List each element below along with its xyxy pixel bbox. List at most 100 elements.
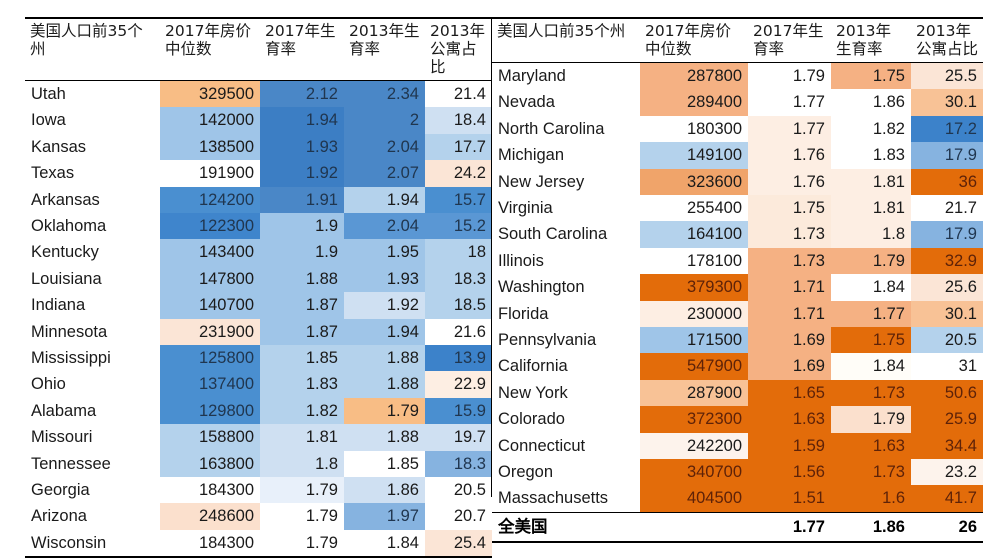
cell-price: 129800 [160,397,260,425]
cell-apartment-share: 31 [911,353,983,380]
cell-fertility-2017: 1.87 [260,292,344,319]
cell-price: 191900 [160,160,260,187]
table-row: New Jersey 323600 1.76 1.81 36 [492,168,983,195]
spreadsheet-screenshot: 丰年城长 的监益 美国人口前35个州 2017年房价中位数 2017年生育率 2… [0,0,1004,558]
header-cell-fert2013: 2013年生育率 [831,18,911,63]
table-divider [491,17,492,497]
header-cell-fert2013: 2013年生育率 [344,18,425,81]
cell-fertility-2013: 1.93 [344,265,425,293]
cell-state: Nevada [492,89,640,116]
cell-fertility-2017: 1.92 [260,160,344,187]
cell-price: 184300 [160,529,260,558]
table-row: Arizona 248600 1.79 1.97 20.7 [25,503,492,530]
cell-price: 163800 [160,450,260,477]
cell-apartment-share: 15.7 [425,186,492,213]
cell-apartment-share: 25.4 [425,529,492,558]
table-row: Mississippi 125800 1.85 1.88 13.9 [25,344,492,372]
cell-fertility-2013: 1.81 [831,194,911,222]
table-row: Tennessee 163800 1.8 1.85 18.3 [25,450,492,477]
cell-fertility-2013: 1.81 [831,168,911,195]
cell-price: 242200 [640,432,748,460]
cell-fertility-2013: 1.94 [344,186,425,213]
cell-state: Indiana [25,292,160,319]
cell-price: 171500 [640,327,748,354]
cell-fertility-2017: 1.88 [260,265,344,293]
cell-apartment-share: 41.7 [911,485,983,513]
table-row: New York 287900 1.65 1.73 50.6 [492,379,983,407]
cell-fertility-2017: 1.69 [748,327,831,354]
cell-fertility-2013: 1.8 [831,221,911,248]
cell-state: California [492,353,640,380]
cell-price: 329500 [160,80,260,108]
cell-fertility-2013: 1.92 [344,292,425,319]
table-row: Iowa 142000 1.94 2 18.4 [25,107,492,134]
table-row: Kansas 138500 1.93 2.04 17.7 [25,133,492,161]
cell-price: 287800 [640,62,748,90]
cell-fertility-2017: 1.73 [748,221,831,248]
cell-fertility-2017: 1.76 [748,168,831,195]
cell-price: 379300 [640,274,748,301]
table-row: Kentucky 143400 1.9 1.95 18 [25,239,492,266]
cell-price: 255400 [640,194,748,222]
cell-price: 147800 [160,265,260,293]
table-row: Texas 191900 1.92 2.07 24.2 [25,160,492,187]
cell-fertility-2017: 1.77 [748,89,831,116]
cell-fertility-2013: 1.86 [831,89,911,116]
cell-fertility-2017: 1.9 [260,212,344,240]
table-row: Oregon 340700 1.56 1.73 23.2 [492,459,983,486]
table-row: Washington 379300 1.71 1.84 25.6 [492,274,983,301]
table-row: Arkansas 124200 1.91 1.94 15.7 [25,186,492,213]
cell-fertility-2013: 1.73 [831,459,911,486]
cell-state: Massachusetts [492,485,640,513]
cell-price: 149100 [640,142,748,169]
cell-apartment-share: 20.5 [425,477,492,504]
cell-apartment-share: 50.6 [911,379,983,407]
cell-fertility-2017: 1.79 [748,62,831,90]
header-cell-fert2017: 2017年生育率 [748,18,831,63]
cell-state: Utah [25,80,160,108]
cell-total-fertility-2013: 1.86 [831,512,911,542]
cell-state: Ohio [25,371,160,398]
cell-price: 230000 [640,300,748,327]
cell-state: Kentucky [25,239,160,266]
cell-fertility-2013: 1.77 [831,300,911,327]
cell-state: Louisiana [25,265,160,293]
table-row: Connecticut 242200 1.59 1.63 34.4 [492,432,983,460]
cell-fertility-2013: 1.6 [831,485,911,513]
cell-apartment-share: 18.3 [425,265,492,293]
cell-fertility-2017: 1.8 [260,450,344,477]
cell-fertility-2013: 1.79 [831,247,911,275]
cell-fertility-2017: 1.87 [260,318,344,345]
cell-state: Illinois [492,247,640,275]
cell-state: Missouri [25,424,160,451]
cell-state: Texas [25,160,160,187]
cell-fertility-2017: 1.65 [748,379,831,407]
cell-apartment-share: 23.2 [911,459,983,486]
cell-apartment-share: 25.6 [911,274,983,301]
cell-apartment-share: 30.1 [911,89,983,116]
cell-fertility-2017: 1.85 [260,344,344,372]
cell-apartment-share: 19.7 [425,424,492,451]
cell-fertility-2013: 2 [344,107,425,134]
table-row: Pennsylvania 171500 1.69 1.75 20.5 [492,327,983,354]
cell-price: 142000 [160,107,260,134]
cell-state: Pennsylvania [492,327,640,354]
cell-state: Iowa [25,107,160,134]
cell-fertility-2013: 1.94 [344,318,425,345]
cell-fertility-2013: 1.73 [831,379,911,407]
cell-price: 122300 [160,212,260,240]
cell-fertility-2017: 1.76 [748,142,831,169]
cell-total-label: 全美国 [492,512,640,542]
table-row: Utah 329500 2.12 2.34 21.4 [25,80,492,108]
cell-fertility-2017: 1.83 [260,371,344,398]
table-left-header-row: 美国人口前35个州 2017年房价中位数 2017年生育率 2013年生育率 2… [25,18,492,81]
cell-price: 125800 [160,344,260,372]
cell-fertility-2017: 1.51 [748,485,831,513]
cell-fertility-2017: 1.56 [748,459,831,486]
cell-apartment-share: 17.2 [911,115,983,143]
cell-fertility-2013: 1.84 [831,274,911,301]
cell-state: Washington [492,274,640,301]
cell-state: Virginia [492,194,640,222]
cell-state: Florida [492,300,640,327]
cell-apartment-share: 15.2 [425,212,492,240]
